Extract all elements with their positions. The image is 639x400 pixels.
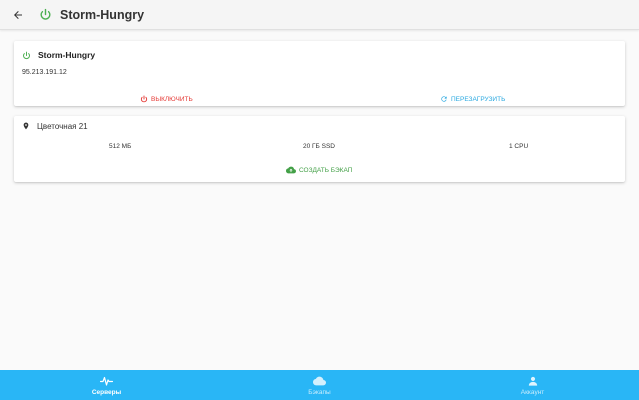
location-pin-icon [23,122,29,130]
cloud-icon [313,375,326,387]
cloud-upload-icon [286,166,296,174]
nav-item-account[interactable]: Аккаунт [426,370,639,400]
power-icon [38,8,52,22]
app-root: Storm-Hungry Storm-Hungry 95.213.191.12 … [0,0,639,400]
spec-ram: 512 МБ [109,143,132,150]
create-backup-button[interactable]: СОЗДАТЬ БЭКАП [286,166,352,174]
nav-label-backups: Бэкапы [308,388,331,396]
spec-disk: 20 ГБ SSD [303,143,335,150]
reboot-label: ПЕРЕЗАГРУЗИТЬ [451,95,506,103]
server-ip: 95.213.191.12 [22,69,67,76]
nav-label-servers: Серверы [91,388,122,396]
location-row: Цветочная 21 [22,121,88,131]
spec-cpu: 1 CPU [509,143,529,150]
server-actions: ВЫКЛЮЧИТЬ ПЕРЕЗАГРУЗИТЬ [14,92,625,106]
pulse-icon [100,375,113,387]
nav-label-account: Аккаунт [520,388,545,396]
reboot-button[interactable]: ПЕРЕЗАГРУЗИТЬ [440,95,505,103]
back-button[interactable] [8,5,28,25]
nav-item-backups[interactable]: Бэкапы [213,370,426,400]
server-card: Storm-Hungry 95.213.191.12 ВЫКЛЮЧИТЬ ПЕР… [14,41,625,106]
create-backup-label: СОЗДАТЬ БЭКАП [299,166,353,174]
page-title: Storm-Hungry [60,7,145,22]
location-text: Цветочная 21 [37,121,88,131]
plan-card: Цветочная 21 512 МБ 20 ГБ SSD 1 CPU СОЗД… [14,116,625,182]
server-header: Storm-Hungry [22,50,95,60]
power-off-icon [140,95,148,103]
bottom-navigation: Серверы Бэкапы Аккаунт [0,370,639,400]
power-off-label: ВЫКЛЮЧИТЬ [151,95,193,103]
person-icon [528,375,538,387]
server-name: Storm-Hungry [38,50,96,60]
nav-item-servers[interactable]: Серверы [0,370,213,400]
top-app-bar: Storm-Hungry [0,0,639,30]
power-status-icon [23,51,30,59]
arrow-left-icon [14,10,22,19]
power-off-button[interactable]: ВЫКЛЮЧИТЬ [140,95,193,103]
refresh-icon [440,95,448,103]
